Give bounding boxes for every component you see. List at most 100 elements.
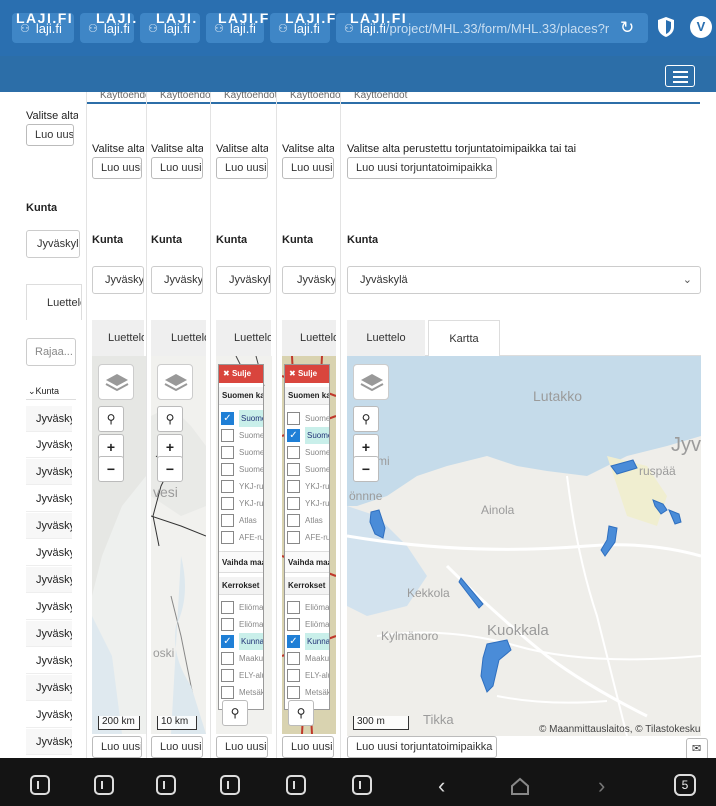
checkbox[interactable] [221, 497, 234, 510]
forward-icon[interactable]: › [598, 773, 605, 799]
search-icon[interactable]: ⚲ [157, 406, 183, 432]
checkbox[interactable] [287, 497, 300, 510]
tab-list[interactable]: Luettelo [151, 320, 206, 356]
panel-toggle-icon[interactable] [94, 775, 114, 795]
create-place-button[interactable]: Luo uusi torjuntatoimipaikka [216, 736, 268, 758]
map-view[interactable]: ⚲ + − 200 km [92, 356, 146, 734]
back-icon[interactable]: ‹ [438, 773, 445, 799]
search-icon[interactable]: ⚲ [353, 406, 379, 432]
checkbox[interactable] [221, 429, 234, 442]
list-item[interactable]: Jyväskylä [26, 567, 72, 593]
list-item[interactable]: Jyväskylä [26, 702, 72, 728]
tab-list[interactable]: Luettelo [92, 320, 144, 356]
site-logo[interactable]: LAJI.FI [156, 10, 198, 26]
site-logo[interactable]: LAJI.FI [350, 10, 430, 26]
terms-tab[interactable]: Käyttöehdot [210, 92, 276, 104]
zoom-out-button[interactable]: − [98, 456, 124, 482]
checkbox[interactable] [287, 601, 300, 614]
zoom-out-button[interactable]: − [157, 456, 183, 482]
panel-toggle-icon[interactable] [30, 775, 50, 795]
tab-list[interactable]: Luettelo [282, 320, 336, 356]
create-place-button[interactable]: Luo uusi torjuntatoimipaikka [347, 736, 497, 758]
tab-list[interactable]: Luettelo [347, 320, 425, 356]
municipality-select[interactable]: Jyväskylä [92, 266, 144, 294]
checkbox[interactable] [287, 652, 300, 665]
map-view[interactable]: ✖ Sulje Suomen kartat ✓Suomen kartta Suo… [216, 356, 272, 734]
vivaldi-menu-icon[interactable]: V [690, 16, 712, 38]
create-place-button[interactable]: Luo uusi torjuntatoimipaikka [216, 157, 268, 179]
map-view[interactable]: Lutakko Jyv Ainola Kekkola Kuokkala Kylm… [347, 356, 701, 736]
panel-toggle-icon[interactable] [352, 775, 372, 795]
panel-toggle-icon[interactable] [286, 775, 306, 795]
home-icon[interactable] [510, 776, 530, 796]
municipality-select[interactable]: Jyväskylä [282, 266, 336, 294]
switch-world-map-button[interactable]: Vaihda maailmankarttaan [219, 551, 263, 573]
filter-input[interactable]: Rajaa... [26, 338, 76, 366]
checkbox-checked-icon[interactable]: ✓ [221, 635, 234, 648]
checkbox[interactable] [287, 669, 300, 682]
checkbox[interactable] [221, 531, 234, 544]
checkbox[interactable] [287, 480, 300, 493]
create-place-button[interactable]: Luo uusi torjuntatoimipaikka [26, 124, 74, 146]
create-place-button[interactable]: Luo uusi torjuntatoimipaikka [151, 736, 203, 758]
list-item[interactable]: Jyväskylä [26, 486, 72, 512]
panel-toggle-icon[interactable] [220, 775, 240, 795]
map-view[interactable]: vesi oski ⚲ + − 10 km [151, 356, 206, 734]
checkbox[interactable] [221, 601, 234, 614]
shield-icon[interactable] [657, 16, 675, 38]
layers-button[interactable] [98, 364, 134, 400]
list-item[interactable]: Jyväskylä [26, 675, 72, 701]
search-icon[interactable]: ⚲ [288, 700, 314, 726]
checkbox[interactable] [287, 446, 300, 459]
map-view[interactable]: ✖ Sulje Suomen kartat Suomen kartta ✓Suo… [282, 356, 336, 734]
tab-map[interactable]: Kartta [428, 320, 500, 356]
create-place-button[interactable]: Luo uusi torjuntatoimipaikka [151, 157, 203, 179]
checkbox[interactable] [287, 463, 300, 476]
tab-list[interactable]: Luettelo [216, 320, 271, 356]
checkbox[interactable] [221, 618, 234, 631]
checkbox[interactable] [287, 686, 300, 699]
municipality-select[interactable]: Jyväskylä ⌄ [347, 266, 701, 294]
site-logo[interactable]: LAJI.FI [285, 10, 337, 26]
list-item[interactable]: Jyväskylä [26, 621, 72, 647]
list-item[interactable]: Jyväskylä [26, 459, 72, 485]
reload-icon[interactable]: ↻ [620, 18, 634, 38]
list-item[interactable]: Jyväskylä [26, 648, 72, 674]
zoom-out-button[interactable]: − [353, 456, 379, 482]
feedback-mail-icon[interactable]: ✉ [686, 738, 708, 760]
site-logo[interactable]: LAJI.FI [218, 10, 270, 26]
checkbox[interactable] [221, 652, 234, 665]
list-item[interactable]: Jyväskylä [26, 594, 72, 620]
create-place-button[interactable]: Luo uusi torjuntatoimipaikka [282, 736, 334, 758]
list-item[interactable]: Jyväskylä [26, 406, 72, 432]
site-logo[interactable]: LAJI.FI [96, 10, 138, 26]
checkbox[interactable] [221, 480, 234, 493]
column-header-municipality[interactable]: ⌄Kunta [28, 386, 59, 397]
checkbox[interactable] [287, 412, 300, 425]
checkbox-checked-icon[interactable]: ✓ [287, 429, 300, 442]
create-place-button[interactable]: Luo uusi torjuntatoimipaikka [347, 157, 497, 179]
terms-tab[interactable]: Käyttöehdot [86, 92, 146, 104]
layers-button[interactable] [157, 364, 193, 400]
municipality-select[interactable]: Jyväskylä [216, 266, 271, 294]
checkbox[interactable] [221, 686, 234, 699]
tab-list[interactable]: Luettelo [26, 284, 82, 320]
terms-tab[interactable]: Käyttöehdot [146, 92, 210, 104]
checkbox-checked-icon[interactable]: ✓ [287, 635, 300, 648]
checkbox[interactable] [221, 463, 234, 476]
search-icon[interactable]: ⚲ [98, 406, 124, 432]
terms-tab[interactable]: Käyttöehdot [276, 92, 340, 104]
list-item[interactable]: Jyväskylä [26, 540, 72, 566]
search-icon[interactable]: ⚲ [222, 700, 248, 726]
municipality-select[interactable]: Jyväskylä [151, 266, 203, 294]
close-layers-button[interactable]: ✖ Sulje [285, 365, 329, 383]
list-item[interactable]: Jyväskylä [26, 729, 72, 755]
checkbox[interactable] [221, 514, 234, 527]
list-item[interactable]: Jyväskylä [26, 432, 72, 458]
site-logo[interactable]: LAJI.FI [16, 10, 74, 26]
checkbox[interactable] [221, 669, 234, 682]
checkbox[interactable] [287, 618, 300, 631]
create-place-button[interactable]: Luo uusi torjuntatoimipaikka [92, 157, 142, 179]
tab-count-badge[interactable]: 5 [674, 774, 696, 796]
terms-tab[interactable]: Käyttöehdot [340, 92, 700, 104]
